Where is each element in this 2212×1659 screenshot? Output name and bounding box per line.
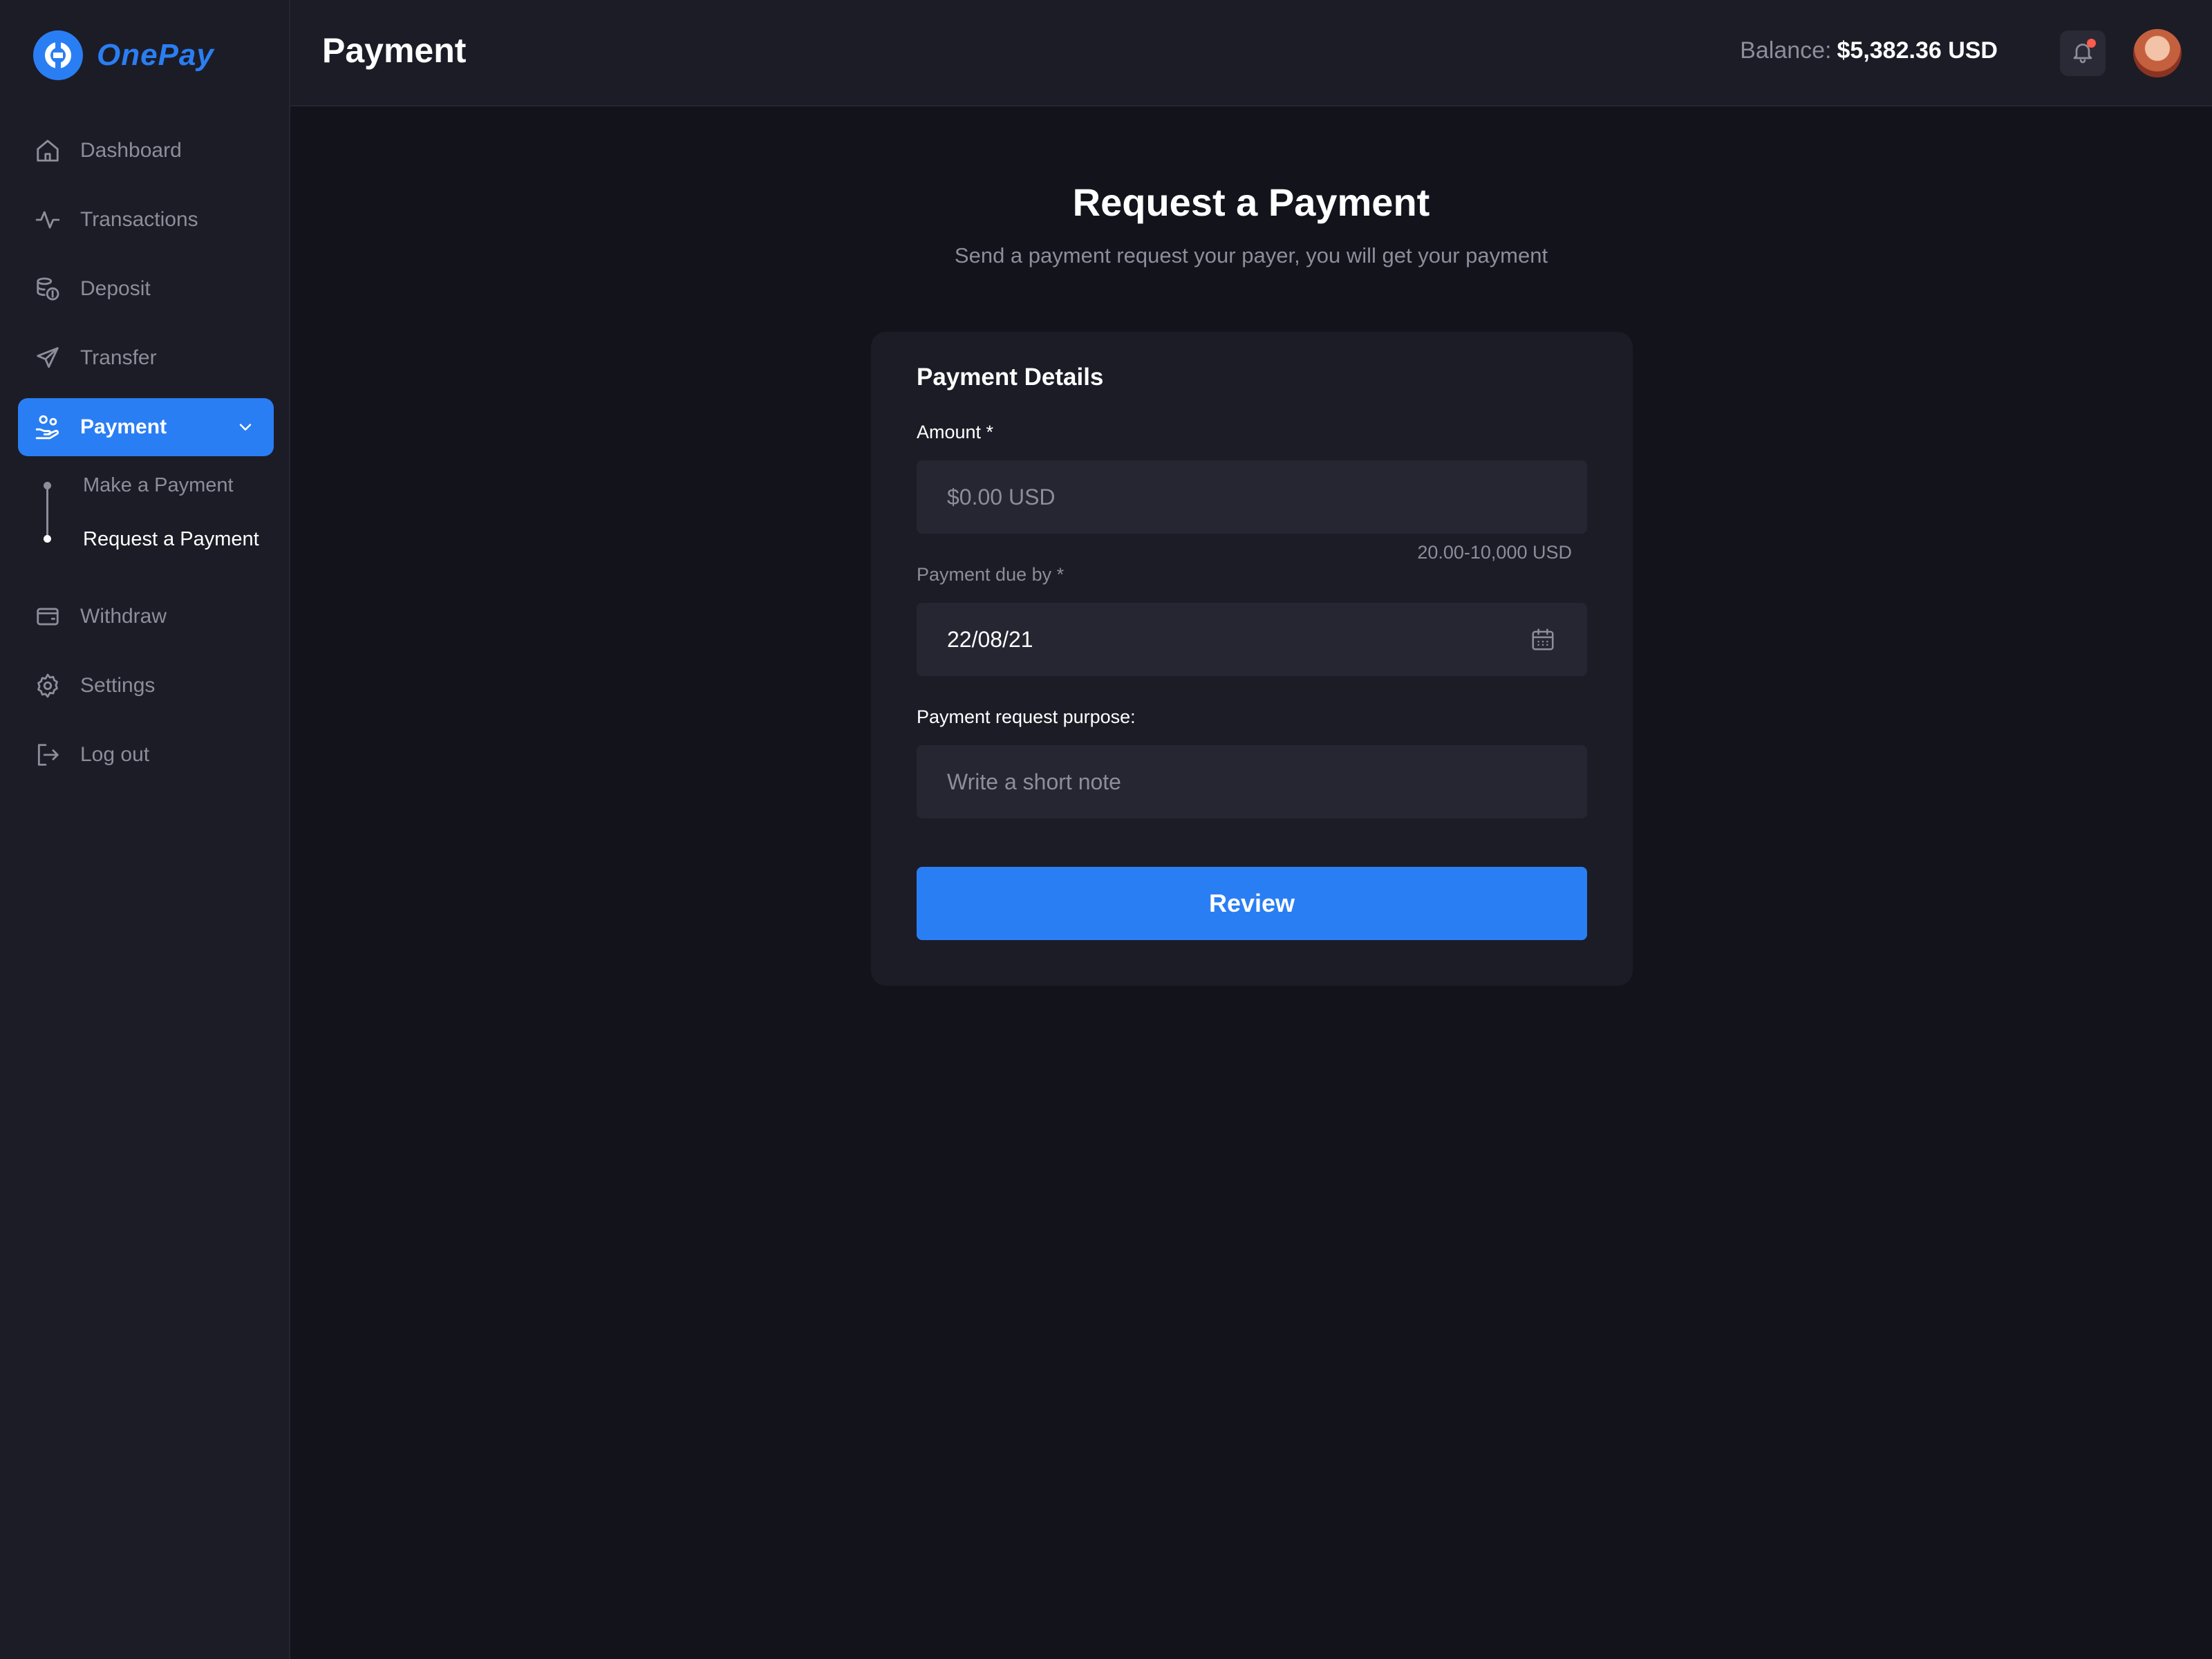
sidebar-item-settings[interactable]: Settings [18, 657, 274, 715]
sidebar-item-label: Log out [80, 743, 150, 766]
hand-coins-icon [33, 413, 62, 442]
purpose-label: Payment request purpose: [917, 706, 1136, 727]
balance-label: Balance: [1740, 37, 1832, 64]
sidebar-item-label: Settings [80, 674, 156, 697]
balance-value: $5,382.36 USD [1837, 37, 1998, 64]
home-icon [33, 136, 62, 165]
amount-input[interactable]: $0.00 USD [917, 460, 1587, 534]
submenu-dot [44, 482, 51, 489]
sidebar-item-label: Dashboard [80, 139, 182, 162]
main-subtitle: Send a payment request your payer, you w… [954, 243, 1548, 268]
logo-mark-icon [33, 30, 83, 80]
wallet-icon [33, 602, 62, 631]
gear-icon [33, 671, 62, 700]
top-header: Payment Balance: $5,382.36 USD [290, 0, 2212, 106]
card-title: Payment Details [917, 364, 1104, 391]
sidebar-item-label: Withdraw [80, 605, 167, 628]
sidebar-item-payment[interactable]: Payment [18, 398, 274, 456]
chevron-down-icon [231, 413, 260, 442]
purpose-placeholder: Write a short note [947, 769, 1121, 794]
amount-label: Amount * [917, 422, 994, 442]
sidebar-item-deposit[interactable]: Deposit [18, 260, 274, 318]
sidebar-item-transfer[interactable]: Transfer [18, 329, 274, 387]
due-date-value: 22/08/21 [947, 626, 1033, 652]
sidebar-item-label: Transactions [80, 208, 198, 231]
sidebar: OnePay Dashboard Transactions Deposit Tr… [0, 0, 290, 1659]
payment-details-card: Payment Details Amount * $0.00 USD 20.00… [871, 332, 1633, 986]
page-title: Payment [322, 31, 467, 70]
sidebar-item-withdraw[interactable]: Withdraw [18, 588, 274, 646]
send-icon [33, 344, 62, 373]
calendar-icon[interactable] [1529, 626, 1557, 653]
submenu-dot-active [44, 535, 51, 543]
logo-text: OnePay [97, 38, 214, 72]
sidebar-nav: Dashboard Transactions Deposit Transfer … [18, 122, 274, 795]
amount-placeholder: $0.00 USD [947, 484, 1056, 509]
submenu-line [46, 487, 48, 542]
sidebar-item-label: Payment [80, 415, 167, 438]
submenu-item-request-payment[interactable]: Request a Payment [83, 528, 259, 551]
logo[interactable]: OnePay [33, 30, 214, 80]
sidebar-item-label: Deposit [80, 277, 151, 300]
balance-display: Balance: $5,382.36 USD [1740, 37, 1998, 64]
coins-icon [33, 274, 62, 303]
sidebar-item-logout[interactable]: Log out [18, 726, 274, 784]
sidebar-item-dashboard[interactable]: Dashboard [18, 122, 274, 180]
sidebar-item-label: Transfer [80, 346, 157, 369]
notifications-button[interactable] [2060, 30, 2106, 76]
main-title: Request a Payment [1072, 180, 1430, 224]
due-date-label: Payment due by * [917, 564, 1065, 585]
activity-icon [33, 205, 62, 234]
purpose-input[interactable]: Write a short note [917, 745, 1587, 818]
amount-range-hint: 20.00-10,000 USD [1417, 542, 1572, 563]
sidebar-item-transactions[interactable]: Transactions [18, 191, 274, 249]
avatar[interactable] [2133, 29, 2182, 77]
logout-icon [33, 740, 62, 769]
payment-submenu: Make a Payment Request a Payment [18, 465, 274, 575]
submenu-item-make-payment[interactable]: Make a Payment [83, 474, 234, 497]
review-button[interactable]: Review [917, 867, 1587, 940]
due-date-input[interactable]: 22/08/21 [917, 603, 1587, 676]
notification-badge [2087, 39, 2096, 48]
